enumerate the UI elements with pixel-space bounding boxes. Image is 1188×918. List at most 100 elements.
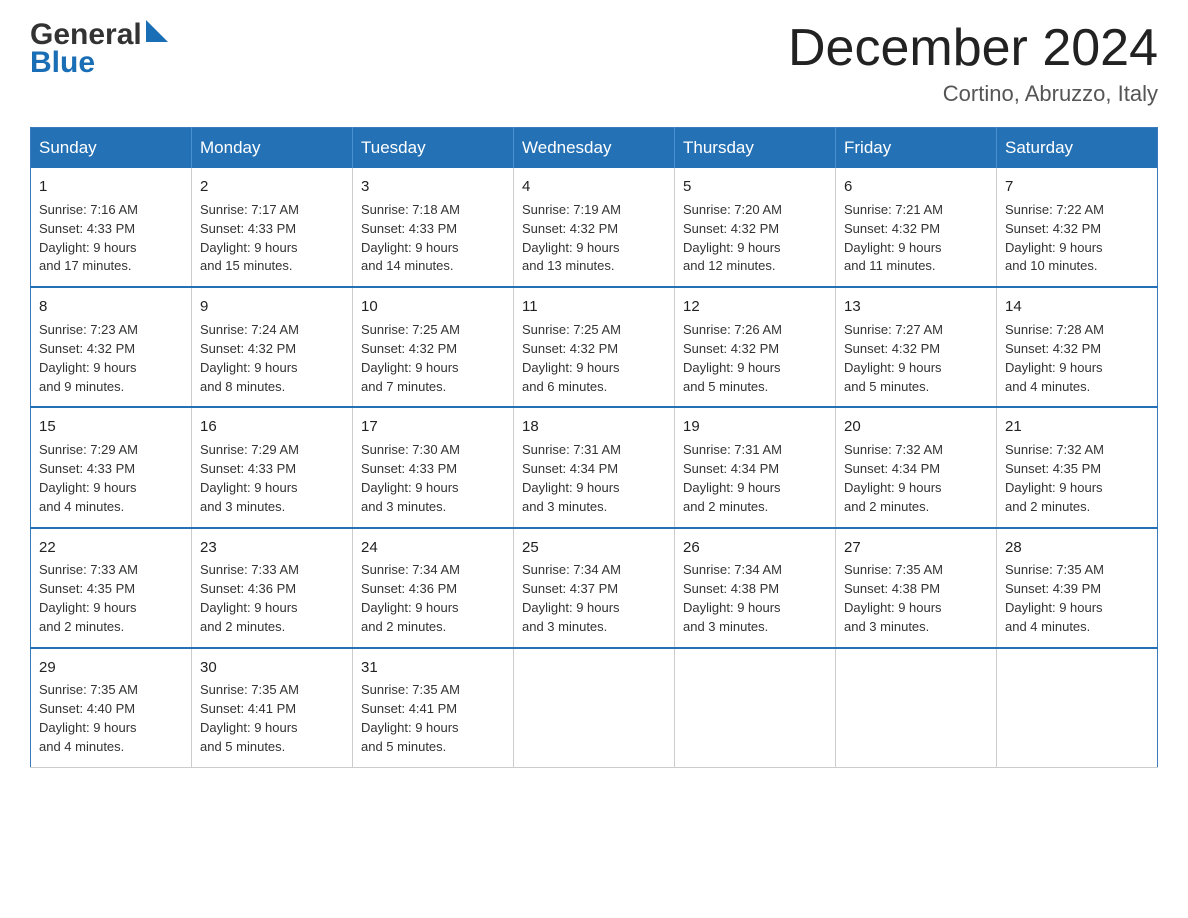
calendar-week-row: 1 Sunrise: 7:16 AM Sunset: 4:33 PM Dayli… [31,168,1158,287]
day-info: Sunrise: 7:29 AM Sunset: 4:33 PM Dayligh… [39,441,183,516]
calendar-cell: 19 Sunrise: 7:31 AM Sunset: 4:34 PM Dayl… [675,407,836,527]
day-info: Sunrise: 7:32 AM Sunset: 4:34 PM Dayligh… [844,441,988,516]
day-number: 15 [39,416,183,438]
day-info: Sunrise: 7:17 AM Sunset: 4:33 PM Dayligh… [200,201,344,276]
day-info: Sunrise: 7:34 AM Sunset: 4:38 PM Dayligh… [683,561,827,636]
day-number: 23 [200,537,344,559]
calendar-cell: 22 Sunrise: 7:33 AM Sunset: 4:35 PM Dayl… [31,528,192,648]
day-number: 21 [1005,416,1149,438]
day-number: 4 [522,176,666,198]
day-info: Sunrise: 7:35 AM Sunset: 4:41 PM Dayligh… [200,681,344,756]
calendar-cell: 15 Sunrise: 7:29 AM Sunset: 4:33 PM Dayl… [31,407,192,527]
day-number: 11 [522,296,666,318]
day-info: Sunrise: 7:25 AM Sunset: 4:32 PM Dayligh… [361,321,505,396]
calendar-cell: 14 Sunrise: 7:28 AM Sunset: 4:32 PM Dayl… [997,287,1158,407]
day-number: 5 [683,176,827,198]
day-info: Sunrise: 7:35 AM Sunset: 4:40 PM Dayligh… [39,681,183,756]
day-number: 22 [39,537,183,559]
day-info: Sunrise: 7:33 AM Sunset: 4:36 PM Dayligh… [200,561,344,636]
day-number: 29 [39,657,183,679]
calendar-week-row: 29 Sunrise: 7:35 AM Sunset: 4:40 PM Dayl… [31,648,1158,768]
day-number: 1 [39,176,183,198]
location-text: Cortino, Abruzzo, Italy [788,81,1158,107]
day-number: 6 [844,176,988,198]
day-info: Sunrise: 7:28 AM Sunset: 4:32 PM Dayligh… [1005,321,1149,396]
day-info: Sunrise: 7:22 AM Sunset: 4:32 PM Dayligh… [1005,201,1149,276]
day-info: Sunrise: 7:33 AM Sunset: 4:35 PM Dayligh… [39,561,183,636]
day-number: 26 [683,537,827,559]
day-info: Sunrise: 7:27 AM Sunset: 4:32 PM Dayligh… [844,321,988,396]
day-number: 3 [361,176,505,198]
month-title: December 2024 [788,20,1158,77]
logo-blue-text: Blue [30,48,168,78]
calendar-cell: 31 Sunrise: 7:35 AM Sunset: 4:41 PM Dayl… [353,648,514,768]
day-info: Sunrise: 7:19 AM Sunset: 4:32 PM Dayligh… [522,201,666,276]
day-number: 30 [200,657,344,679]
calendar-cell: 6 Sunrise: 7:21 AM Sunset: 4:32 PM Dayli… [836,168,997,287]
calendar-cell: 13 Sunrise: 7:27 AM Sunset: 4:32 PM Dayl… [836,287,997,407]
day-info: Sunrise: 7:24 AM Sunset: 4:32 PM Dayligh… [200,321,344,396]
day-info: Sunrise: 7:29 AM Sunset: 4:33 PM Dayligh… [200,441,344,516]
weekday-header-row: SundayMondayTuesdayWednesdayThursdayFrid… [31,128,1158,169]
calendar-cell: 20 Sunrise: 7:32 AM Sunset: 4:34 PM Dayl… [836,407,997,527]
weekday-header-sunday: Sunday [31,128,192,169]
day-number: 19 [683,416,827,438]
day-number: 24 [361,537,505,559]
calendar-cell: 3 Sunrise: 7:18 AM Sunset: 4:33 PM Dayli… [353,168,514,287]
calendar-cell: 23 Sunrise: 7:33 AM Sunset: 4:36 PM Dayl… [192,528,353,648]
logo-flag-icon [146,20,168,42]
calendar-cell: 29 Sunrise: 7:35 AM Sunset: 4:40 PM Dayl… [31,648,192,768]
calendar-cell: 27 Sunrise: 7:35 AM Sunset: 4:38 PM Dayl… [836,528,997,648]
weekday-header-friday: Friday [836,128,997,169]
day-number: 20 [844,416,988,438]
calendar-cell [836,648,997,768]
day-info: Sunrise: 7:20 AM Sunset: 4:32 PM Dayligh… [683,201,827,276]
calendar-cell [997,648,1158,768]
day-number: 25 [522,537,666,559]
page-header: General Blue December 2024 Cortino, Abru… [30,20,1158,107]
day-info: Sunrise: 7:26 AM Sunset: 4:32 PM Dayligh… [683,321,827,396]
calendar-cell: 26 Sunrise: 7:34 AM Sunset: 4:38 PM Dayl… [675,528,836,648]
day-info: Sunrise: 7:34 AM Sunset: 4:36 PM Dayligh… [361,561,505,636]
day-number: 18 [522,416,666,438]
day-info: Sunrise: 7:31 AM Sunset: 4:34 PM Dayligh… [522,441,666,516]
calendar-cell: 24 Sunrise: 7:34 AM Sunset: 4:36 PM Dayl… [353,528,514,648]
calendar-week-row: 8 Sunrise: 7:23 AM Sunset: 4:32 PM Dayli… [31,287,1158,407]
calendar-cell: 17 Sunrise: 7:30 AM Sunset: 4:33 PM Dayl… [353,407,514,527]
calendar-cell: 7 Sunrise: 7:22 AM Sunset: 4:32 PM Dayli… [997,168,1158,287]
day-number: 9 [200,296,344,318]
day-info: Sunrise: 7:25 AM Sunset: 4:32 PM Dayligh… [522,321,666,396]
calendar-cell: 11 Sunrise: 7:25 AM Sunset: 4:32 PM Dayl… [514,287,675,407]
calendar-cell [514,648,675,768]
calendar-table: SundayMondayTuesdayWednesdayThursdayFrid… [30,127,1158,768]
logo: General Blue [30,20,168,78]
day-number: 28 [1005,537,1149,559]
day-info: Sunrise: 7:35 AM Sunset: 4:41 PM Dayligh… [361,681,505,756]
calendar-cell [675,648,836,768]
day-info: Sunrise: 7:18 AM Sunset: 4:33 PM Dayligh… [361,201,505,276]
calendar-week-row: 22 Sunrise: 7:33 AM Sunset: 4:35 PM Dayl… [31,528,1158,648]
day-info: Sunrise: 7:34 AM Sunset: 4:37 PM Dayligh… [522,561,666,636]
day-number: 27 [844,537,988,559]
day-number: 12 [683,296,827,318]
day-number: 10 [361,296,505,318]
day-number: 17 [361,416,505,438]
calendar-cell: 21 Sunrise: 7:32 AM Sunset: 4:35 PM Dayl… [997,407,1158,527]
calendar-cell: 25 Sunrise: 7:34 AM Sunset: 4:37 PM Dayl… [514,528,675,648]
day-info: Sunrise: 7:35 AM Sunset: 4:38 PM Dayligh… [844,561,988,636]
day-info: Sunrise: 7:16 AM Sunset: 4:33 PM Dayligh… [39,201,183,276]
weekday-header-tuesday: Tuesday [353,128,514,169]
calendar-cell: 1 Sunrise: 7:16 AM Sunset: 4:33 PM Dayli… [31,168,192,287]
day-number: 31 [361,657,505,679]
day-info: Sunrise: 7:35 AM Sunset: 4:39 PM Dayligh… [1005,561,1149,636]
day-number: 16 [200,416,344,438]
calendar-cell: 2 Sunrise: 7:17 AM Sunset: 4:33 PM Dayli… [192,168,353,287]
calendar-cell: 8 Sunrise: 7:23 AM Sunset: 4:32 PM Dayli… [31,287,192,407]
calendar-cell: 4 Sunrise: 7:19 AM Sunset: 4:32 PM Dayli… [514,168,675,287]
calendar-cell: 10 Sunrise: 7:25 AM Sunset: 4:32 PM Dayl… [353,287,514,407]
day-info: Sunrise: 7:30 AM Sunset: 4:33 PM Dayligh… [361,441,505,516]
day-info: Sunrise: 7:21 AM Sunset: 4:32 PM Dayligh… [844,201,988,276]
day-info: Sunrise: 7:31 AM Sunset: 4:34 PM Dayligh… [683,441,827,516]
day-number: 8 [39,296,183,318]
weekday-header-wednesday: Wednesday [514,128,675,169]
